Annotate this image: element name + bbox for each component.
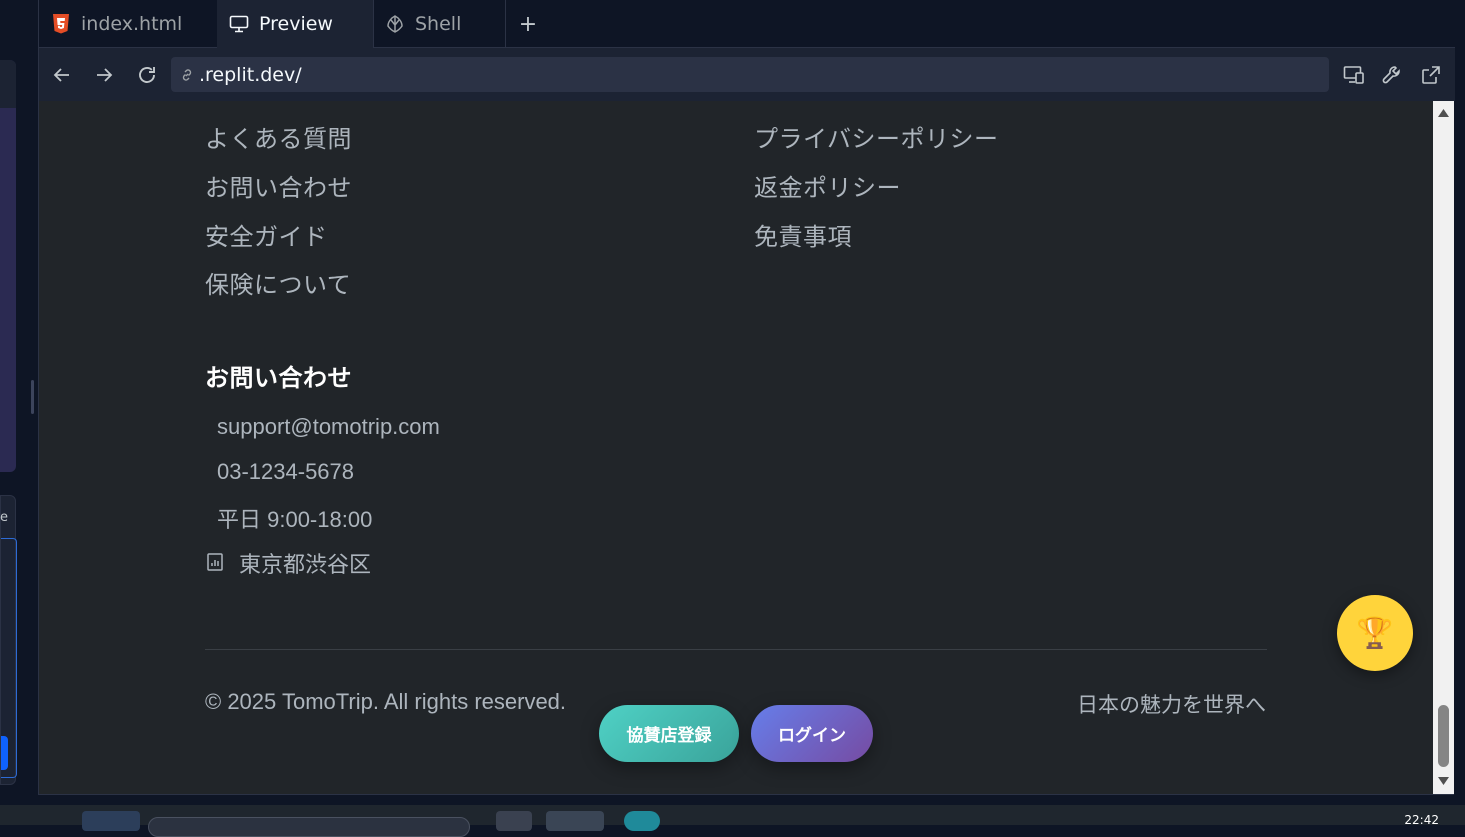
left-panel-top [0, 60, 16, 472]
ide-left-strip: e [0, 0, 38, 805]
left-panel-button[interactable] [1, 736, 8, 770]
contact-heading: お問い合わせ [205, 364, 352, 392]
tab-preview[interactable]: Preview [217, 0, 373, 48]
tab-index-html[interactable]: index.html [39, 0, 217, 48]
left-panel-bottom [0, 495, 17, 785]
taskbar-app-browser[interactable] [546, 811, 604, 831]
forward-arrow-icon[interactable] [91, 62, 117, 88]
vertical-scrollbar[interactable] [1433, 101, 1454, 794]
shell-icon [385, 14, 405, 34]
contact-address: 東京都渋谷区 [239, 552, 372, 577]
preview-window: index.html Preview Shell + .replit.dev/ … [38, 0, 1455, 795]
contact-hours: 平日 9:00-18:00 [217, 507, 373, 532]
footer-link-faq[interactable]: よくある質問 [205, 119, 352, 154]
copyright-text: © 2025 TomoTrip. All rights reserved. [205, 689, 567, 714]
scroll-down-arrow-icon[interactable] [1437, 775, 1450, 787]
footer-link-insurance[interactable]: 保険について [205, 265, 351, 300]
monitor-icon [229, 14, 249, 34]
os-taskbar: 22:42 [0, 805, 1465, 837]
contact-phone[interactable]: 03-1234-5678 [217, 459, 354, 485]
taskbar-search[interactable] [148, 817, 470, 837]
footer-link-disclaimer[interactable]: 免責事項 [754, 217, 852, 252]
html5-icon [51, 14, 71, 34]
contact-email[interactable]: support@tomotrip.com [217, 414, 440, 440]
url-bar[interactable]: .replit.dev/ [171, 57, 1329, 92]
pane-resize-handle[interactable] [31, 380, 34, 414]
login-button[interactable]: ログイン [751, 705, 873, 762]
link-icon [179, 67, 195, 83]
url-text: .replit.dev/ [199, 63, 302, 86]
footer-divider [205, 649, 1267, 650]
open-external-icon[interactable] [1418, 62, 1444, 88]
sponsor-register-button[interactable]: 協賛店登録 [599, 705, 739, 762]
scroll-thumb[interactable] [1438, 705, 1449, 767]
reload-icon[interactable] [134, 62, 160, 88]
preview-viewport: よくある質問 お問い合わせ 安全ガイド 保険について プライバシーポリシー 返金… [39, 101, 1433, 794]
tab-bar: index.html Preview Shell + [39, 0, 1455, 48]
browser-toolbar: .replit.dev/ [39, 48, 1455, 101]
new-tab-button[interactable]: + [505, 0, 551, 48]
left-panel-text: e [0, 510, 8, 525]
footer-link-privacy[interactable]: プライバシーポリシー [754, 119, 999, 154]
scroll-up-arrow-icon[interactable] [1437, 107, 1450, 119]
trophy-fab-button[interactable]: 🏆 [1337, 595, 1413, 671]
taskbar-start-button[interactable] [82, 811, 140, 831]
trophy-icon: 🏆 [1356, 615, 1394, 651]
tab-label: index.html [81, 13, 183, 35]
wrench-icon[interactable] [1379, 62, 1405, 88]
tagline-text: 日本の魅力を世界へ [1077, 693, 1266, 717]
back-arrow-icon[interactable] [49, 62, 75, 88]
devices-icon[interactable] [1341, 62, 1367, 88]
footer-link-contact[interactable]: お問い合わせ [205, 168, 352, 203]
building-icon [206, 552, 224, 572]
tab-label: Shell [415, 13, 462, 35]
tab-label: Preview [259, 13, 333, 35]
footer-link-refund[interactable]: 返金ポリシー [754, 168, 901, 203]
footer-link-safety[interactable]: 安全ガイド [205, 217, 328, 252]
taskbar-app-3[interactable] [624, 811, 660, 831]
tab-shell[interactable]: Shell [373, 0, 505, 48]
taskbar-app-1[interactable] [496, 811, 532, 831]
